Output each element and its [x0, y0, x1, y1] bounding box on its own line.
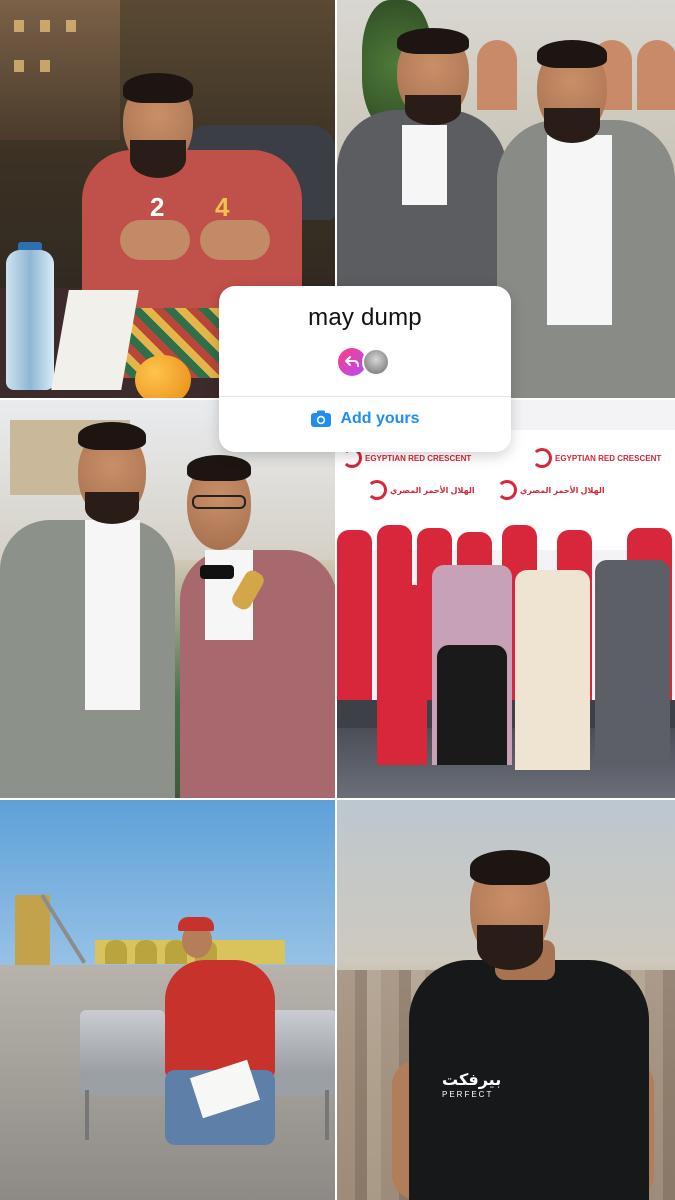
add-yours-sticker[interactable]: may dump Add yours — [219, 286, 511, 452]
banner-text-en: EGYPTIAN RED CRESCENT — [365, 454, 472, 464]
arm — [120, 220, 190, 260]
orange-fruit — [135, 355, 191, 398]
bow-tie — [200, 565, 234, 579]
crescent-icon — [367, 480, 387, 500]
hair — [470, 850, 550, 885]
shirt-logo-ar: بيرفكت — [442, 1072, 502, 1089]
beard — [405, 95, 461, 125]
reply-arrow-icon — [345, 356, 359, 367]
hair — [123, 73, 193, 103]
photo-grey-and-maroon-suits — [0, 400, 337, 800]
participant-avatars[interactable] — [338, 348, 398, 378]
window — [66, 20, 76, 32]
official-grey-suit — [595, 560, 670, 760]
banner-text-en: EGYPTIAN RED CRESCENT — [555, 454, 662, 464]
glasses — [192, 495, 246, 509]
user-avatar[interactable] — [362, 348, 390, 376]
photo-collage: 2 4 EGYPTIAN RED CRESCENT EGYPTIAN RED C… — [0, 0, 675, 1200]
arch — [105, 940, 127, 964]
official-black-skirt — [437, 645, 507, 765]
camera-icon — [311, 410, 332, 427]
red-cap — [178, 917, 214, 931]
red-crescent-logo: الهلال الأحمر المصري — [497, 480, 605, 500]
beard — [477, 925, 543, 970]
window — [40, 60, 50, 72]
beard — [130, 140, 186, 178]
crescent-icon — [497, 480, 517, 500]
hair — [537, 40, 607, 68]
add-yours-button[interactable]: Add yours — [219, 410, 511, 428]
red-uniform — [165, 960, 275, 1080]
volunteer — [337, 530, 372, 700]
divider — [219, 396, 511, 397]
shirt-logo: بيرفكت PERFECT — [442, 1070, 501, 1099]
candle-4: 4 — [215, 192, 230, 222]
red-crescent-logo: EGYPTIAN RED CRESCENT — [532, 448, 661, 468]
crescent-icon — [532, 448, 552, 468]
shirt-logo-en: PERFECT — [442, 1090, 494, 1099]
photo-rooftop-black-tee: بيرفكت PERFECT — [337, 800, 675, 1200]
candle-2: 2 — [150, 192, 165, 222]
banner-text-ar: الهلال الأحمر المصري — [390, 486, 475, 496]
photo-red-crescent-group: EGYPTIAN RED CRESCENT EGYPTIAN RED CRESC… — [337, 400, 675, 800]
beard — [85, 492, 139, 524]
arch — [477, 40, 517, 110]
bench-leg — [85, 1090, 89, 1140]
silo-tower — [15, 895, 50, 965]
photo-port-bench — [0, 800, 337, 1200]
window — [40, 20, 50, 32]
bench-leg — [325, 1090, 329, 1140]
red-crescent-logo: الهلال الأحمر المصري — [367, 480, 475, 500]
white-shirt — [85, 520, 140, 710]
white-shirt — [547, 135, 612, 325]
water-bottle — [6, 250, 54, 390]
hair — [187, 455, 251, 481]
hair — [78, 422, 146, 450]
beard — [544, 108, 600, 143]
arch — [637, 40, 675, 110]
arm — [200, 220, 270, 260]
hair — [397, 28, 469, 54]
arch — [135, 940, 157, 964]
white-shirt — [402, 125, 447, 205]
window — [14, 60, 24, 72]
add-yours-label: Add yours — [340, 410, 420, 427]
sticker-title: may dump — [308, 304, 422, 331]
banner-text-ar: الهلال الأحمر المصري — [520, 486, 605, 496]
window — [14, 20, 24, 32]
volunteer-front — [377, 585, 427, 765]
official-cream-suit — [515, 570, 590, 770]
